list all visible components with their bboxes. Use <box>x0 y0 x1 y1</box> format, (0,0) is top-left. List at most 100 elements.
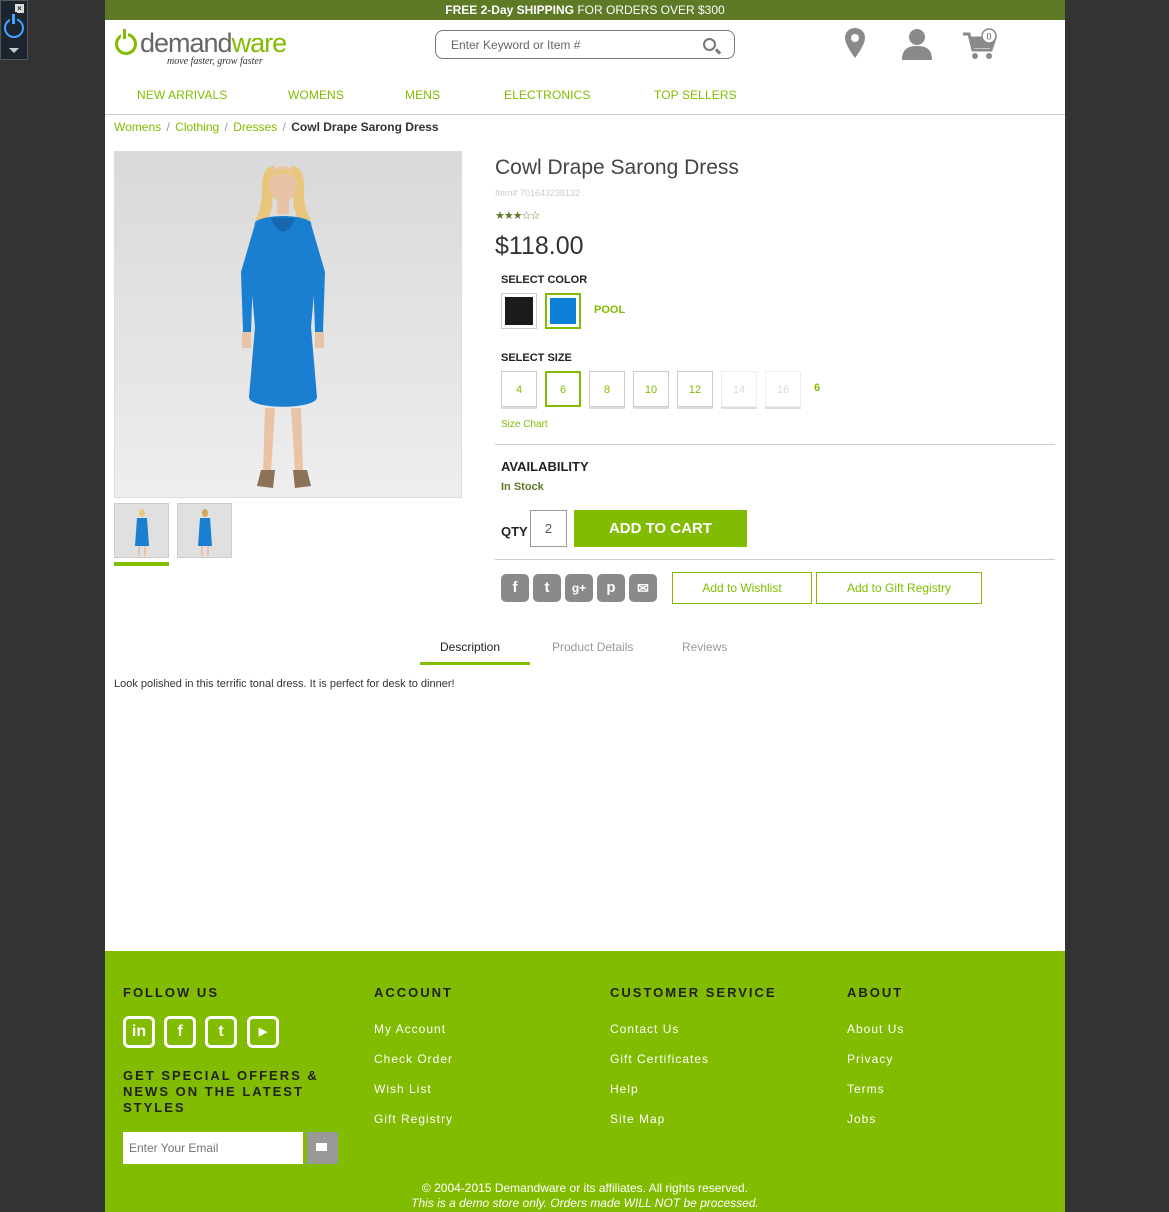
size-chart-link[interactable]: Size Chart <box>501 419 548 430</box>
breadcrumb-dresses[interactable]: Dresses <box>233 120 277 134</box>
twitter-icon[interactable]: t <box>205 1016 237 1048</box>
search-icon[interactable] <box>703 38 716 51</box>
breadcrumb: Womens / Clothing / Dresses / Cowl Drape… <box>114 120 439 134</box>
divider <box>495 559 1055 560</box>
product-price: $118.00 <box>495 232 584 260</box>
rating-star-icon: ★ <box>512 210 523 222</box>
select-size-label: SELECT SIZE <box>501 352 572 364</box>
store-locator-icon[interactable] <box>845 28 865 58</box>
nav-electronics[interactable]: ELECTRONICS <box>504 88 590 102</box>
email-share-icon[interactable]: ✉ <box>629 574 657 602</box>
page: FREE 2-Day SHIPPING FOR ORDERS OVER $300… <box>105 0 1065 1212</box>
size-option-4[interactable]: 4 <box>501 371 537 407</box>
product-thumbnail-2[interactable] <box>177 503 232 558</box>
add-to-wishlist-button[interactable]: Add to Wishlist <box>672 572 812 604</box>
header: demandware move faster, grow faster 0 NE… <box>105 20 1065 115</box>
logo[interactable]: demand ware move faster, grow faster <box>115 28 288 67</box>
promo-banner: FREE 2-Day SHIPPING FOR ORDERS OVER $300 <box>105 0 1065 20</box>
size-option-14: 14 <box>721 371 757 407</box>
account-icon[interactable] <box>902 28 932 60</box>
product-description: Look polished in this terrific tonal dre… <box>114 678 455 690</box>
breadcrumb-current: Cowl Drape Sarong Dress <box>291 120 439 134</box>
footer-link-about-us[interactable]: About Us <box>847 1022 904 1036</box>
breadcrumb-womens[interactable]: Womens <box>114 120 161 134</box>
cart-count: 0 <box>986 32 991 42</box>
facebook-share-icon[interactable]: f <box>501 574 529 602</box>
footer-link-check-order[interactable]: Check Order <box>374 1052 453 1066</box>
add-to-cart-button[interactable]: ADD TO CART <box>574 510 747 547</box>
breadcrumb-clothing[interactable]: Clothing <box>175 120 219 134</box>
email-signup-button[interactable] <box>307 1132 338 1164</box>
footer-link-contact-us[interactable]: Contact Us <box>610 1022 679 1036</box>
quantity-input[interactable] <box>530 510 567 547</box>
cart-icon[interactable]: 0 <box>963 28 999 60</box>
footer-link-privacy[interactable]: Privacy <box>847 1052 893 1066</box>
color-swatch-pool[interactable] <box>545 293 581 329</box>
promo-bold-text: FREE 2-Day SHIPPING <box>445 3 574 17</box>
size-option-10[interactable]: 10 <box>633 371 669 407</box>
linkedin-icon[interactable]: in <box>123 1016 155 1048</box>
product-title: Cowl Drape Sarong Dress <box>495 156 739 179</box>
logo-text-a: demand <box>140 28 233 58</box>
email-signup-input[interactable] <box>123 1132 303 1164</box>
rating-star-icon: ☆ <box>521 210 532 222</box>
youtube-icon[interactable]: ▶ <box>247 1016 279 1048</box>
logo-text-b: ware <box>231 28 288 58</box>
footer-about-heading: ABOUT <box>847 985 904 1000</box>
product-thumbnail-1[interactable] <box>114 503 169 558</box>
footer-link-terms[interactable]: Terms <box>847 1082 885 1096</box>
search-input[interactable] <box>436 31 686 58</box>
footer-link-site-map[interactable]: Site Map <box>610 1112 665 1126</box>
footer-link-gift-registry[interactable]: Gift Registry <box>374 1112 453 1126</box>
close-icon[interactable]: × <box>15 4 24 13</box>
tab-product-details[interactable]: Product Details <box>552 640 633 654</box>
select-color-label: SELECT COLOR <box>501 274 588 286</box>
tab-reviews[interactable]: Reviews <box>682 640 727 654</box>
copyright-text: © 2004-2015 Demandware or its affiliates… <box>421 1181 749 1195</box>
twitter-share-icon[interactable]: t <box>533 574 561 602</box>
footer: FOLLOW US in f t ▶ GET SPECIAL OFFERS & … <box>105 951 1065 1212</box>
size-option-8[interactable]: 8 <box>589 371 625 407</box>
nav-mens[interactable]: MENS <box>405 88 440 102</box>
thumbnail-selected-indicator <box>114 562 169 566</box>
footer-link-my-account[interactable]: My Account <box>374 1022 446 1036</box>
selected-color-name: POOL <box>594 304 626 316</box>
rating-star-icon: ★ <box>495 210 505 222</box>
footer-link-jobs[interactable]: Jobs <box>847 1112 876 1126</box>
rating-star-icon: ☆ <box>530 210 541 222</box>
promo-text: FOR ORDERS OVER $300 <box>573 3 725 17</box>
offers-heading: GET SPECIAL OFFERS & NEWS ON THE LATEST … <box>123 1068 319 1115</box>
pinterest-share-icon[interactable]: p <box>597 574 625 602</box>
size-option-16: 16 <box>765 371 801 407</box>
footer-link-help[interactable]: Help <box>610 1082 639 1096</box>
dev-toolbar-widget[interactable]: × <box>0 0 28 60</box>
footer-link-gift-certificates[interactable]: Gift Certificates <box>610 1052 709 1066</box>
size-option-6[interactable]: 6 <box>545 371 581 407</box>
logo-power-icon <box>115 28 137 55</box>
availability-status: In Stock <box>501 481 544 493</box>
product-main-image[interactable] <box>114 151 462 498</box>
google-plus-share-icon[interactable]: g+ <box>565 574 593 602</box>
facebook-icon[interactable]: f <box>164 1016 196 1048</box>
product-item-number: Item# 701643238132 <box>495 188 581 198</box>
rating-star-icon: ★ <box>503 210 514 222</box>
footer-service-heading: CUSTOMER SERVICE <box>610 985 777 1000</box>
rating-stars[interactable]: ★★★☆☆ <box>495 209 541 222</box>
add-to-gift-registry-button[interactable]: Add to Gift Registry <box>816 572 982 604</box>
tab-description[interactable]: Description <box>440 640 500 654</box>
nav-womens[interactable]: WOMENS <box>288 88 344 102</box>
active-tab-indicator <box>420 662 530 665</box>
footer-follow-heading: FOLLOW US <box>123 985 219 1000</box>
availability-label: AVAILABILITY <box>501 459 589 474</box>
search-box <box>435 30 735 59</box>
nav-new-arrivals[interactable]: NEW ARRIVALS <box>137 88 227 102</box>
power-icon[interactable] <box>4 14 24 38</box>
quantity-label: QTY <box>501 524 528 539</box>
nav-top-sellers[interactable]: TOP SELLERS <box>654 88 737 102</box>
footer-link-wish-list[interactable]: Wish List <box>374 1082 432 1096</box>
size-option-12[interactable]: 12 <box>677 371 713 407</box>
chevron-down-icon[interactable] <box>9 48 19 53</box>
copyright: © 2004-2015 Demandware or its affiliates… <box>105 1181 1065 1211</box>
demo-note: This is a demo store only. Orders made W… <box>411 1196 759 1210</box>
color-swatch-black[interactable] <box>501 293 537 329</box>
